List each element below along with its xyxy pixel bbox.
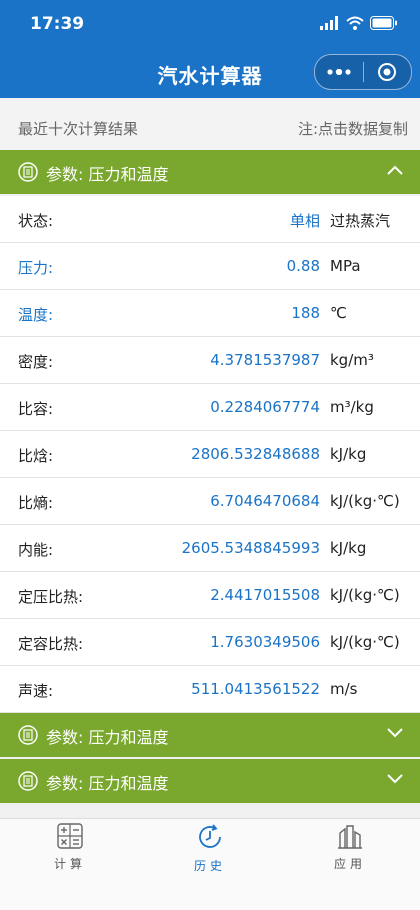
row-unit: m/s xyxy=(330,680,358,698)
copy-hint: 注:点击数据复制 xyxy=(297,120,408,138)
row-label: 密度: xyxy=(18,353,54,371)
miniprogram-capsule xyxy=(314,54,412,90)
row-density[interactable]: 密度: 4.3781537987 kg/m³ xyxy=(0,337,420,384)
row-value[interactable]: 0.88 xyxy=(287,257,320,275)
target-close-icon xyxy=(378,63,397,81)
section-header-2[interactable]: 参数: 压力和温度 xyxy=(0,713,420,757)
more-button[interactable] xyxy=(315,55,363,89)
tab-label: 历史 xyxy=(193,859,226,873)
more-dots-icon xyxy=(327,69,351,75)
chevron-up-icon xyxy=(387,165,403,175)
document-icon xyxy=(18,771,38,791)
row-label: 声速: xyxy=(18,682,54,700)
row-value[interactable]: 4.3781537987 xyxy=(210,351,320,369)
tab-label: 应用 xyxy=(333,857,366,871)
row-value[interactable]: 0.2284067774 xyxy=(210,398,320,416)
recent-results-header: 最近十次计算结果 注:点击数据复制 xyxy=(0,98,420,155)
row-value[interactable]: 6.7046470684 xyxy=(210,492,320,510)
row-specific-volume[interactable]: 比容: 0.2284067774 m³/kg xyxy=(0,384,420,431)
row-temperature[interactable]: 温度: 188 ℃ xyxy=(0,290,420,337)
close-miniprogram-button[interactable] xyxy=(364,55,412,89)
apps-icon xyxy=(338,825,362,849)
section-header-3[interactable]: 参数: 压力和温度 xyxy=(0,759,420,803)
row-sound-speed[interactable]: 声速: 511.0413561522 m/s xyxy=(0,666,420,713)
row-label: 比焓: xyxy=(18,447,54,465)
status-time: 17:39 xyxy=(30,14,85,34)
row-unit: kg/m³ xyxy=(330,351,374,369)
row-value[interactable]: 2.4417015508 xyxy=(210,586,320,604)
row-pressure[interactable]: 压力: 0.88 MPa xyxy=(0,243,420,290)
row-unit: kJ/(kg·℃) xyxy=(330,492,400,510)
state-phase: 单相 xyxy=(289,212,320,230)
chevron-down-icon xyxy=(387,728,403,738)
row-unit: kJ/kg xyxy=(330,539,367,557)
row-value[interactable]: 188 xyxy=(291,304,320,322)
row-state[interactable]: 状态: 单相 过热蒸汽 xyxy=(0,196,420,243)
row-value[interactable]: 2806.532848688 xyxy=(191,445,320,463)
row-cv[interactable]: 定容比热: 1.7630349506 kJ/(kg·℃) xyxy=(0,619,420,666)
row-label: 状态: xyxy=(18,212,54,230)
battery-icon xyxy=(370,16,397,30)
calculator-icon xyxy=(57,823,83,849)
row-label: 定容比热: xyxy=(18,635,84,653)
row-label: 内能: xyxy=(18,541,54,559)
section-header-1[interactable]: 参数: 压力和温度 xyxy=(0,150,420,194)
tab-apps[interactable]: 应用 xyxy=(310,823,390,872)
row-unit: kJ/(kg·℃) xyxy=(330,586,400,604)
tab-history[interactable]: 历史 xyxy=(170,823,250,874)
nav-bar: 汽水计算器 xyxy=(0,50,420,98)
row-value[interactable]: 511.0413561522 xyxy=(191,680,320,698)
row-entropy[interactable]: 比熵: 6.7046470684 kJ/(kg·℃) xyxy=(0,478,420,525)
bottom-tab-bar: 计算 历史 应用 xyxy=(0,818,420,910)
document-icon xyxy=(18,725,38,745)
row-cp[interactable]: 定压比热: 2.4417015508 kJ/(kg·℃) xyxy=(0,572,420,619)
row-label: 压力: xyxy=(18,259,54,277)
section-label: 参数: 压力和温度 xyxy=(46,165,169,184)
result-list: 状态: 单相 过热蒸汽 压力: 0.88 MPa 温度: 188 ℃ 密度: 4… xyxy=(0,196,420,713)
row-unit: MPa xyxy=(330,257,361,275)
row-label: 比容: xyxy=(18,400,54,418)
row-unit: ℃ xyxy=(330,304,347,322)
recent-results-title: 最近十次计算结果 xyxy=(18,120,139,138)
row-value[interactable]: 1.7630349506 xyxy=(210,633,320,651)
history-clock-icon xyxy=(199,824,221,848)
document-icon xyxy=(18,162,38,182)
row-enthalpy[interactable]: 比焓: 2806.532848688 kJ/kg xyxy=(0,431,420,478)
row-value[interactable]: 2605.5348845993 xyxy=(182,539,320,557)
section-label: 参数: 压力和温度 xyxy=(46,774,169,793)
row-unit: kJ/kg xyxy=(330,445,367,463)
row-label: 定压比热: xyxy=(18,588,84,606)
row-unit: kJ/(kg·℃) xyxy=(330,633,400,651)
row-internal-energy[interactable]: 内能: 2605.5348845993 kJ/kg xyxy=(0,525,420,572)
row-label: 温度: xyxy=(18,306,54,324)
wifi-icon xyxy=(346,16,364,30)
signal-icon xyxy=(320,16,338,30)
state-description: 过热蒸汽 xyxy=(330,212,391,230)
tab-label: 计算 xyxy=(53,857,86,871)
system-icons xyxy=(320,16,398,30)
row-label: 比熵: xyxy=(18,494,54,512)
tab-calculate[interactable]: 计算 xyxy=(30,823,110,872)
row-unit: m³/kg xyxy=(330,398,374,416)
status-bar: 17:39 xyxy=(0,0,420,50)
chevron-down-icon xyxy=(387,774,403,784)
section-label: 参数: 压力和温度 xyxy=(46,728,169,747)
